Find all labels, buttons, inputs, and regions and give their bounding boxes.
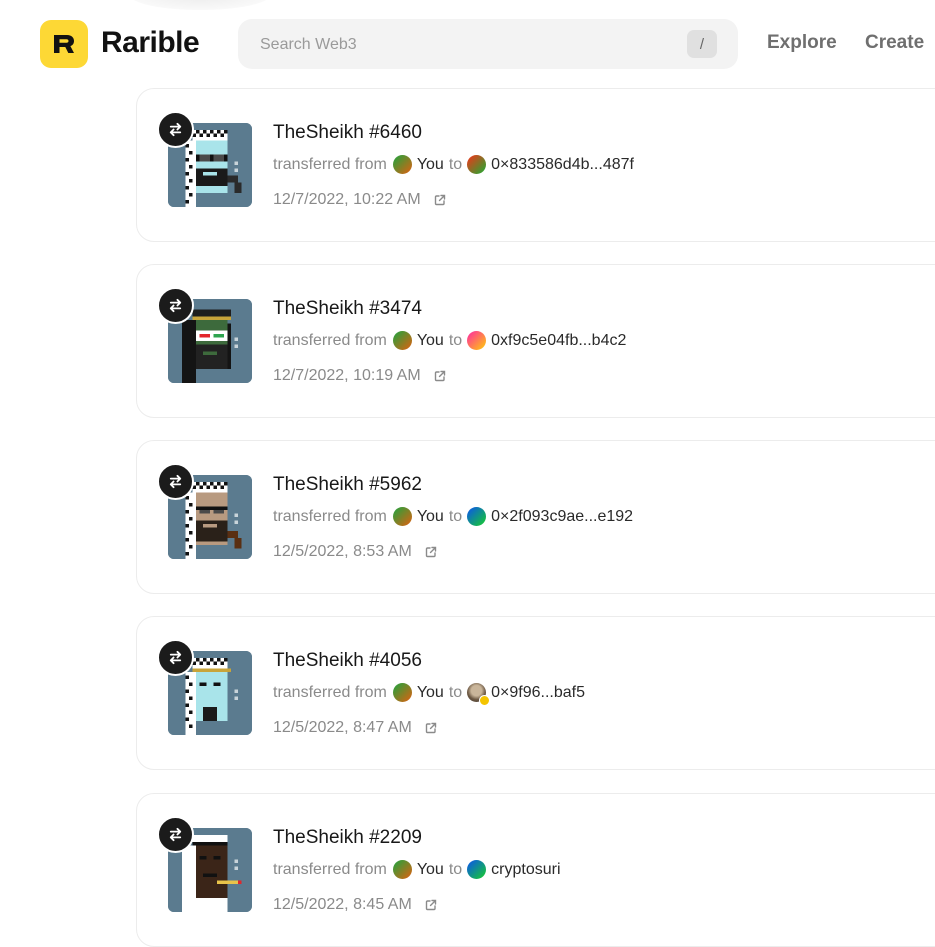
from-user[interactable]: You xyxy=(417,332,444,350)
to-label: to xyxy=(448,860,463,878)
from-avatar[interactable] xyxy=(392,860,412,879)
from-avatar[interactable] xyxy=(392,507,412,526)
to-label: to xyxy=(448,683,463,701)
timestamp: 12/5/2022, 8:53 AM xyxy=(273,543,412,560)
from-user[interactable]: You xyxy=(417,861,444,879)
activity-card[interactable]: TheSheikh #2209 transferred from You to … xyxy=(136,793,935,947)
transfer-info: transferred from You to 0xf9c5e04fb...b4… xyxy=(273,331,626,350)
rarible-logo-icon[interactable] xyxy=(40,20,88,68)
timestamp-row: 12/7/2022, 10:22 AM xyxy=(273,191,447,209)
from-avatar[interactable] xyxy=(392,155,412,174)
transfer-arrows-icon xyxy=(157,816,194,853)
transfer-label: transferred from xyxy=(273,860,387,878)
to-avatar[interactable] xyxy=(467,155,487,174)
external-link-icon[interactable] xyxy=(433,193,447,207)
timestamp: 12/7/2022, 10:19 AM xyxy=(273,367,421,384)
nft-title[interactable]: TheSheikh #3474 xyxy=(273,298,422,320)
activity-card[interactable]: TheSheikh #6460 transferred from You to … xyxy=(136,88,935,242)
to-user[interactable]: cryptosuri xyxy=(491,861,560,879)
transfer-info: transferred from You to 0×9f96...baf5 xyxy=(273,683,585,706)
to-address[interactable]: 0×833586d4b...487f xyxy=(491,156,634,174)
transfer-label: transferred from xyxy=(273,331,387,349)
nft-title[interactable]: TheSheikh #6460 xyxy=(273,122,422,144)
to-label: to xyxy=(448,331,463,349)
nav-create-link[interactable]: Create xyxy=(865,32,924,54)
transfer-arrows-icon xyxy=(157,111,194,148)
from-avatar[interactable] xyxy=(392,331,412,350)
timestamp: 12/5/2022, 8:45 AM xyxy=(273,896,412,913)
transfer-label: transferred from xyxy=(273,683,387,701)
to-label: to xyxy=(448,507,463,525)
activity-card[interactable]: TheSheikh #5962 transferred from You to … xyxy=(136,440,935,594)
transfer-info: transferred from You to cryptosuri xyxy=(273,860,561,879)
header-shadow xyxy=(130,0,270,10)
timestamp-row: 12/7/2022, 10:19 AM xyxy=(273,367,447,385)
nft-title[interactable]: TheSheikh #5962 xyxy=(273,474,422,496)
external-link-icon[interactable] xyxy=(424,545,438,559)
timestamp-row: 12/5/2022, 8:47 AM xyxy=(273,719,438,737)
to-address[interactable]: 0×9f96...baf5 xyxy=(491,684,585,702)
from-avatar[interactable] xyxy=(392,683,412,702)
external-link-icon[interactable] xyxy=(424,721,438,735)
transfer-label: transferred from xyxy=(273,507,387,525)
verified-badge-icon xyxy=(479,695,491,706)
transfer-arrows-icon xyxy=(157,463,194,500)
activity-card[interactable]: TheSheikh #4056 transferred from You to … xyxy=(136,616,935,770)
from-user[interactable]: You xyxy=(417,684,444,702)
to-address[interactable]: 0xf9c5e04fb...b4c2 xyxy=(491,332,626,350)
from-user[interactable]: You xyxy=(417,508,444,526)
logo-glyph xyxy=(54,35,74,53)
timestamp: 12/7/2022, 10:22 AM xyxy=(273,191,421,208)
search-input[interactable] xyxy=(258,19,662,71)
transfer-info: transferred from You to 0×2f093c9ae...e1… xyxy=(273,507,633,526)
to-avatar[interactable] xyxy=(467,331,487,350)
timestamp-row: 12/5/2022, 8:53 AM xyxy=(273,543,438,561)
search-bar[interactable]: / xyxy=(238,19,738,71)
top-bar: Rarible / Explore Create xyxy=(0,0,935,88)
to-avatar[interactable] xyxy=(467,683,491,706)
activity-card[interactable]: TheSheikh #3474 transferred from You to … xyxy=(136,264,935,418)
brand-name[interactable]: Rarible xyxy=(101,26,200,60)
nft-title[interactable]: TheSheikh #2209 xyxy=(273,827,422,849)
to-label: to xyxy=(448,155,463,173)
search-shortcut-key: / xyxy=(687,30,717,58)
timestamp: 12/5/2022, 8:47 AM xyxy=(273,719,412,736)
transfer-info: transferred from You to 0×833586d4b...48… xyxy=(273,155,634,174)
to-avatar[interactable] xyxy=(467,507,487,526)
from-user[interactable]: You xyxy=(417,156,444,174)
transfer-arrows-icon xyxy=(157,639,194,676)
timestamp-row: 12/5/2022, 8:45 AM xyxy=(273,896,438,914)
transfer-label: transferred from xyxy=(273,155,387,173)
external-link-icon[interactable] xyxy=(424,898,438,912)
to-address[interactable]: 0×2f093c9ae...e192 xyxy=(491,508,633,526)
nft-title[interactable]: TheSheikh #4056 xyxy=(273,650,422,672)
nav-explore-link[interactable]: Explore xyxy=(767,32,837,54)
to-avatar[interactable] xyxy=(467,860,487,879)
transfer-arrows-icon xyxy=(157,287,194,324)
external-link-icon[interactable] xyxy=(433,369,447,383)
